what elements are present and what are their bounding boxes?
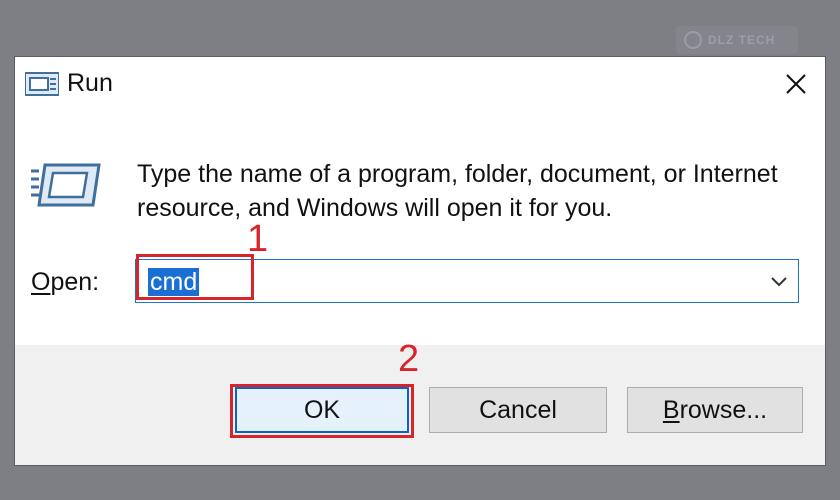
- run-icon: [25, 72, 59, 96]
- open-label-mnemonic: O: [31, 268, 51, 296]
- button-bar: OK Cancel Browse...: [15, 345, 825, 465]
- open-label: Open:: [31, 268, 99, 297]
- watermark-text: DLZ TECH: [708, 33, 776, 47]
- open-label-text: pen:: [50, 268, 100, 296]
- browse-mnemonic: B: [662, 395, 680, 424]
- dialog-description: Type the name of a program, folder, docu…: [137, 160, 778, 222]
- title-bar: Run: [15, 57, 825, 113]
- dialog-title: Run: [67, 69, 113, 97]
- ok-button[interactable]: OK: [235, 387, 409, 433]
- browse-button[interactable]: Browse...: [627, 387, 803, 433]
- watermark-logo: DLZ TECH: [676, 26, 798, 54]
- close-button[interactable]: [773, 61, 819, 107]
- cancel-button[interactable]: Cancel: [429, 387, 607, 433]
- run-dialog: Run Type the name of a program, folder, …: [14, 56, 826, 466]
- open-input-value[interactable]: cmd: [148, 268, 200, 296]
- open-combobox[interactable]: cmd: [135, 259, 799, 303]
- chevron-down-icon[interactable]: [768, 270, 790, 292]
- run-icon: [31, 163, 101, 207]
- close-icon: [786, 74, 806, 94]
- browse-label: rowse...: [679, 395, 768, 424]
- watermark-mark: [684, 31, 702, 49]
